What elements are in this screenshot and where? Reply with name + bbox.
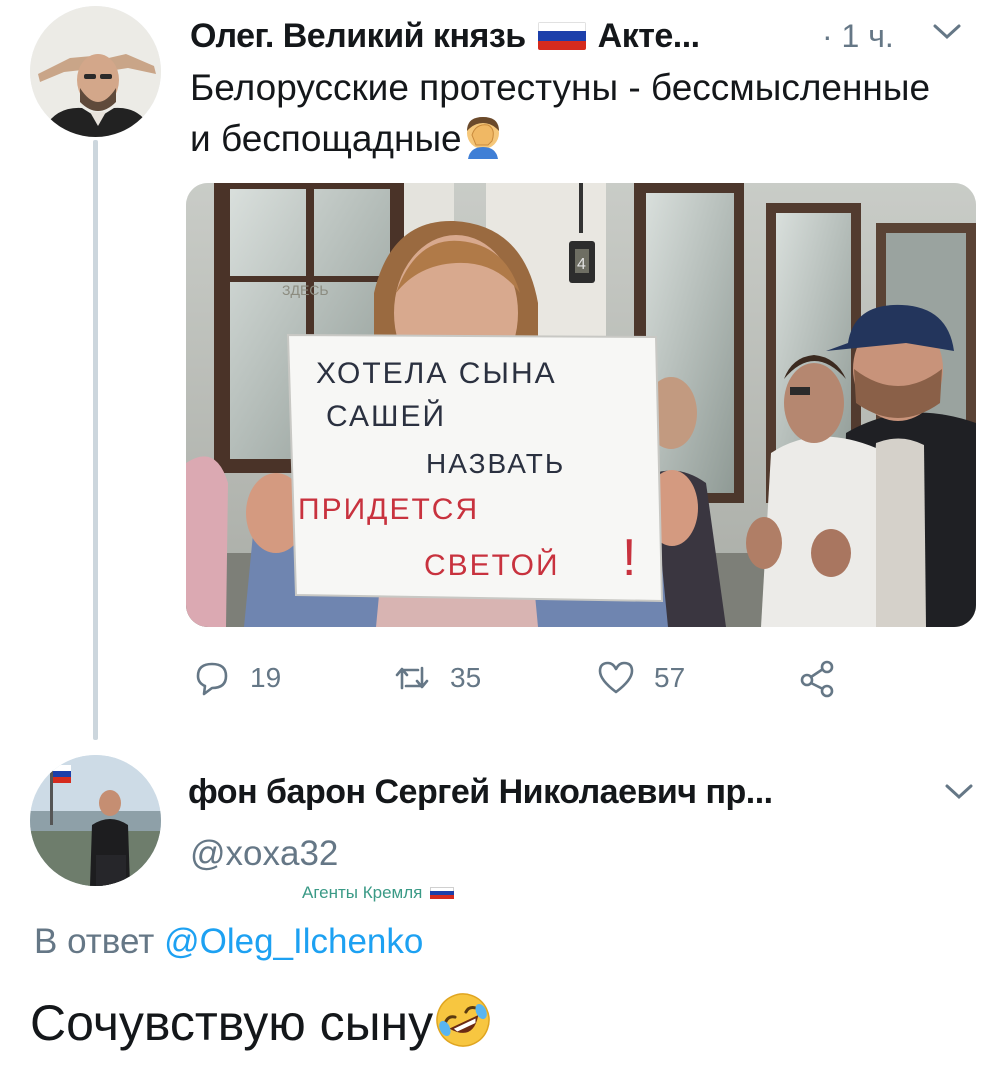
- sign-line-5: СВЕТОЙ: [424, 548, 560, 582]
- reply-author-handle[interactable]: @xoxa32: [190, 834, 338, 874]
- author-name-suffix[interactable]: Акте...: [598, 17, 700, 56]
- reply-author-badge: Агенты Кремля: [302, 883, 455, 903]
- retweet-icon: [395, 666, 429, 690]
- face-palm-emoji: [466, 117, 499, 159]
- russia-flag-icon: [537, 22, 586, 50]
- sign-line-2: САШЕЙ: [326, 399, 446, 433]
- thread-line: [93, 140, 98, 740]
- like-count: 57: [654, 662, 686, 693]
- tweet-text: Белорусские протестуны - бессмысленные и…: [190, 62, 950, 164]
- share-action[interactable]: [798, 650, 838, 706]
- protest-photo-image: ЗДЕСЬ 4 ХОТЕЛА СЫНА САШЕЙ НАЗВАТЬ ПРИДЕТ…: [186, 183, 976, 627]
- reply-action[interactable]: 19: [192, 650, 281, 706]
- retweet-action[interactable]: 35: [392, 650, 481, 706]
- tweet-text-body: Белорусские протестуны - бессмысленные и…: [190, 67, 931, 159]
- sign-exclamation: !: [622, 529, 636, 587]
- reply-text: Сочувствую сыну: [30, 990, 493, 1056]
- author-name[interactable]: Олег. Великий князь: [190, 17, 526, 56]
- door-number: 4: [577, 256, 586, 273]
- reply-chevron-down-icon[interactable]: [944, 782, 974, 802]
- window-text: ЗДЕСЬ: [282, 282, 329, 298]
- sign-line-4: ПРИДЕТСЯ: [298, 493, 479, 526]
- avatar-portrait-image: [30, 6, 161, 137]
- sign-line-1: ХОТЕЛА СЫНА: [316, 357, 557, 390]
- share-icon: [800, 660, 834, 698]
- sign-line-3: НАЗВАТЬ: [426, 448, 565, 479]
- tweet-timestamp[interactable]: · 1 ч.: [822, 14, 894, 58]
- author-avatar[interactable]: [30, 6, 161, 137]
- reply-count: 19: [250, 662, 282, 693]
- reply-author-avatar[interactable]: [30, 755, 161, 886]
- protest-sign: ХОТЕЛА СЫНА САШЕЙ НАЗВАТЬ ПРИДЕТСЯ СВЕТО…: [286, 333, 664, 603]
- heart-icon: [598, 661, 634, 694]
- badge-label: Агенты Кремля: [302, 883, 423, 902]
- reply-context: В ответ @Oleg_Ilchenko: [34, 922, 423, 962]
- reply-text-body: Сочувствую сыну: [30, 995, 434, 1051]
- chevron-down-icon[interactable]: [932, 22, 962, 42]
- rolling-laughing-emoji: [436, 993, 490, 1047]
- like-action[interactable]: 57: [596, 650, 685, 706]
- tweet-photo[interactable]: ЗДЕСЬ 4 ХОТЕЛА СЫНА САШЕЙ НАЗВАТЬ ПРИДЕТ…: [186, 183, 976, 627]
- reply-icon: [196, 662, 228, 696]
- russia-flag-mini-icon: [430, 887, 455, 899]
- reply-prefix: В ответ: [34, 922, 155, 961]
- avatar-photo-image: [30, 755, 161, 886]
- retweet-count: 35: [450, 662, 482, 693]
- reply-author-name[interactable]: фон барон Сергей Николаевич пр...: [188, 773, 773, 812]
- tweet-header: Олег. Великий князь Акте...: [190, 14, 700, 58]
- reply-mention-link[interactable]: @Oleg_Ilchenko: [164, 922, 423, 961]
